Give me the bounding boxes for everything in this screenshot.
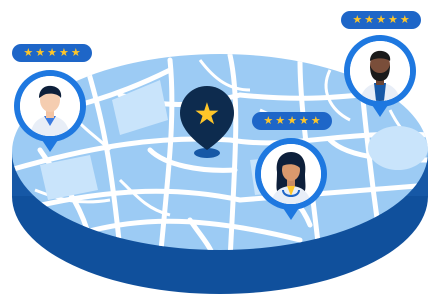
star-icon: ★ xyxy=(352,13,363,26)
star-icon: ★ xyxy=(263,114,274,127)
star-icon: ★ xyxy=(275,114,286,127)
star-icon: ★ xyxy=(47,46,57,59)
provider-pin-left[interactable]: ★ ★ ★ ★ ★ xyxy=(12,44,92,156)
pin-tail xyxy=(283,208,299,220)
star-icon: ★ xyxy=(399,13,410,26)
star-icon: ★ xyxy=(376,13,386,26)
provider-pin-center[interactable]: ★ ★ ★ ★ ★ xyxy=(252,112,332,224)
svg-text:★: ★ xyxy=(194,97,221,132)
doctor-man-avatar-icon xyxy=(20,76,80,136)
avatar xyxy=(344,35,416,107)
avatar xyxy=(14,70,86,142)
rating-badge: ★ ★ ★ ★ ★ xyxy=(341,11,421,29)
star-icon: ★ xyxy=(298,114,309,127)
star-icon: ★ xyxy=(35,46,46,59)
man-bearded-avatar-icon xyxy=(350,41,410,101)
pin-tail xyxy=(372,105,388,117)
avatar xyxy=(255,138,327,210)
doctor-woman-avatar-icon xyxy=(261,144,321,204)
star-icon: ★ xyxy=(364,13,375,26)
star-icon: ★ xyxy=(58,46,69,59)
star-icon: ★ xyxy=(23,46,34,59)
pin-tail xyxy=(42,140,58,152)
star-icon: ★ xyxy=(387,13,398,26)
star-icon: ★ xyxy=(287,114,297,127)
map-illustration: ★ ★ ★ ★ ★ ★ ★ ★ ★ ★ ★ ★ ★ ★ ★ ★ xyxy=(0,0,430,304)
rating-badge: ★ ★ ★ ★ ★ xyxy=(12,44,92,62)
star-icon: ★ xyxy=(70,46,81,59)
star-icon: ★ xyxy=(310,114,321,127)
provider-pin-right[interactable]: ★ ★ ★ ★ ★ xyxy=(341,11,421,123)
rating-badge: ★ ★ ★ ★ ★ xyxy=(252,112,332,130)
